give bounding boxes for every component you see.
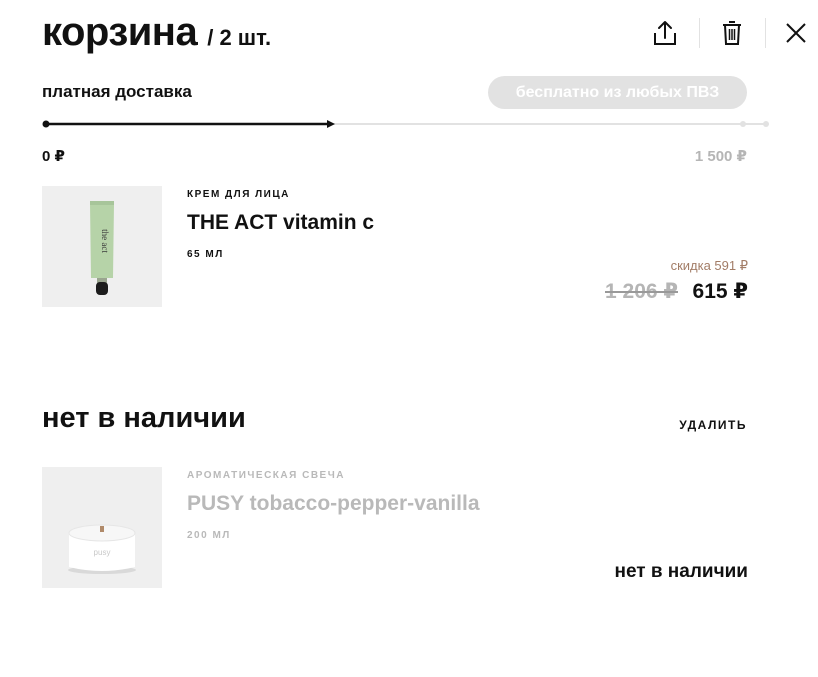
progress-current: 0 ₽ (42, 148, 65, 165)
trash-icon (723, 21, 741, 45)
share-icon (654, 21, 676, 45)
delivery-progress-bar (42, 120, 769, 128)
delivery-status: платная доставка (42, 82, 192, 101)
product-category: АРОМАТИЧЕСКАЯ СВЕЧА (187, 470, 345, 481)
toolbar-divider (699, 18, 700, 48)
old-price: 1 206 ₽ (605, 280, 678, 303)
progress-threshold: 1 500 ₽ (694, 148, 747, 165)
close-button[interactable] (781, 18, 811, 48)
progress-arrow (327, 120, 335, 128)
product-image[interactable]: the act (42, 186, 162, 307)
tube-brand-text: the act (100, 229, 110, 253)
product-volume: 200 МЛ (187, 530, 231, 541)
unavailable-item[interactable]: pusy АРОМАТИЧЕСКАЯ СВЕЧА PUSY tobacco-pe… (42, 467, 748, 589)
product-name[interactable]: THE ACT vitamin c (187, 211, 374, 235)
discount-amount: скидка 591 ₽ (670, 258, 748, 273)
candle-image: pusy (42, 467, 162, 588)
item-count: / 2 шт. (207, 25, 272, 50)
cart-header: корзина / 2 шт. (42, 8, 271, 56)
product-category: КРЕМ ДЛЯ ЛИЦА (187, 189, 290, 200)
cart-item[interactable]: the act КРЕМ ДЛЯ ЛИЦА THE ACT vitamin c … (42, 186, 748, 308)
availability-status: нет в наличии (614, 561, 748, 582)
product-image[interactable]: pusy (42, 467, 162, 588)
unavailable-section-title: нет в наличии (42, 402, 246, 434)
progress-track-end-dot (740, 121, 746, 127)
clear-cart-button[interactable] (717, 18, 747, 48)
candle-brand-text: pusy (94, 548, 111, 557)
current-price: 615 ₽ (692, 280, 748, 303)
close-icon (786, 23, 806, 43)
page-title: корзина (42, 10, 198, 54)
product-name[interactable]: PUSY tobacco-pepper-vanilla (187, 492, 480, 516)
progress-track-end-dot (763, 121, 769, 127)
free-delivery-badge: бесплатно из любых ПВЗ (488, 76, 747, 109)
cream-tube-image: the act (90, 201, 114, 295)
product-volume: 65 МЛ (187, 249, 224, 260)
progress-start-dot (42, 120, 50, 128)
toolbar-divider (765, 18, 766, 48)
delete-unavailable-button[interactable]: УДАЛИТЬ (679, 418, 747, 432)
share-button[interactable] (650, 18, 680, 48)
